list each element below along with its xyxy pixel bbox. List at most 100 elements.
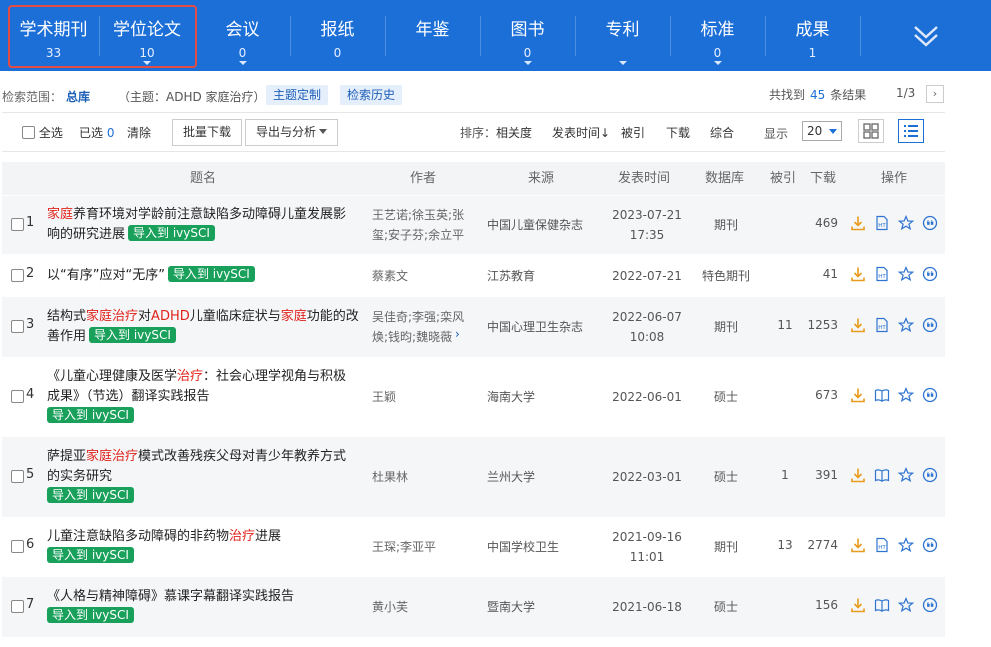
result-title-link[interactable]: 《人格与精神障碍》慕课字幕翻译实践报告 导入到 ivySCI xyxy=(47,587,359,627)
result-title-link[interactable]: 家庭养育环境对学龄前注意缺陷多动障碍儿童发展影响的研究进展 导入到 ivySCI xyxy=(47,205,359,245)
row-checkbox[interactable] xyxy=(11,390,24,403)
import-ivysci-button[interactable]: 导入到 ivySCI xyxy=(128,225,215,241)
result-title-link[interactable]: 萨提亚家庭治疗模式改善残疾父母对青少年教养方式的实务研究 导入到 ivySCI xyxy=(47,447,359,507)
selected-label: 已选 xyxy=(79,126,104,140)
source-link[interactable]: 海南大学 xyxy=(487,388,535,405)
result-title-link[interactable]: 以“有序”应对“无序” 导入到 ivySCI xyxy=(47,265,359,286)
html-read-icon[interactable]: HT xyxy=(874,537,890,553)
row-checkbox[interactable] xyxy=(11,268,24,282)
search-history-button[interactable]: 检索历史 xyxy=(340,85,403,105)
batch-download-button[interactable]: 批量下载 xyxy=(172,119,243,146)
tab-newspapers[interactable]: 报纸 0 xyxy=(290,0,385,71)
list-view-button[interactable] xyxy=(898,119,924,143)
download-icon[interactable] xyxy=(850,266,866,282)
favorite-star-icon[interactable] xyxy=(898,215,914,231)
more-authors-chevron-icon[interactable]: › xyxy=(455,327,460,341)
row-operations: HT xyxy=(850,537,940,555)
grid-view-button[interactable] xyxy=(858,119,884,143)
html-read-icon[interactable]: HT xyxy=(874,215,890,231)
tab-yearbooks[interactable]: 年鉴 xyxy=(385,0,480,71)
download-icon[interactable] xyxy=(850,317,866,333)
sort-publish-date[interactable]: 发表时间↓ xyxy=(552,125,610,141)
import-ivysci-button[interactable]: 导入到 ivySCI xyxy=(47,407,134,423)
next-page-button[interactable]: › xyxy=(926,85,944,103)
result-title-link[interactable]: 儿童注意缺陷多动障碍的非药物治疗进展 导入到 ivySCI xyxy=(47,527,359,567)
tab-dissertations[interactable]: 学位论文 10 xyxy=(99,0,195,71)
sort-downloads[interactable]: 下载 xyxy=(666,125,690,141)
row-operations xyxy=(850,597,940,615)
author-list[interactable]: 蔡素文 xyxy=(372,266,467,286)
sort-relevance[interactable]: 相关度 xyxy=(496,125,532,141)
html-read-icon[interactable]: HT xyxy=(874,317,890,333)
export-analysis-button[interactable]: 导出与分析 xyxy=(245,119,339,146)
double-chevron-down-icon[interactable] xyxy=(908,18,944,54)
citation-count[interactable]: 13 xyxy=(770,538,800,552)
tab-patents[interactable]: 专利 xyxy=(575,0,670,71)
sort-citations[interactable]: 被引 xyxy=(621,125,645,141)
cite-quote-icon[interactable] xyxy=(922,387,938,403)
source-link[interactable]: 兰州大学 xyxy=(487,468,535,485)
favorite-star-icon[interactable] xyxy=(898,317,914,333)
download-icon[interactable] xyxy=(850,215,866,231)
result-title-link[interactable]: 《儿童心理健康及医学治疗：社会心理学视角与积极成果》（节选）翻译实践报告 导入到 … xyxy=(47,367,359,427)
tab-standards[interactable]: 标准 0 xyxy=(670,0,765,71)
favorite-star-icon[interactable] xyxy=(898,537,914,553)
author-list[interactable]: 黄小芙 xyxy=(372,597,467,617)
citation-count[interactable]: 11 xyxy=(770,318,800,332)
cite-quote-icon[interactable] xyxy=(922,317,938,333)
cite-quote-icon[interactable] xyxy=(922,266,938,282)
author-list[interactable]: 吴佳奇;李强;栾风焕;钱昀;魏晓薇 xyxy=(372,307,467,347)
cite-quote-icon[interactable] xyxy=(922,467,938,483)
row-checkbox[interactable] xyxy=(11,600,24,613)
download-icon[interactable] xyxy=(850,597,866,613)
import-ivysci-button[interactable]: 导入到 ivySCI xyxy=(47,607,134,623)
cite-quote-icon[interactable] xyxy=(922,537,938,553)
favorite-star-icon[interactable] xyxy=(898,387,914,403)
read-online-icon[interactable] xyxy=(874,387,890,403)
import-ivysci-button[interactable]: 导入到 ivySCI xyxy=(167,265,255,282)
checkbox[interactable] xyxy=(22,126,35,139)
topic-custom-button[interactable]: 主题定制 xyxy=(266,85,329,105)
result-title-link[interactable]: 结构式家庭治疗对ADHD儿童临床症状与家庭功能的改善作用 导入到 ivySCI xyxy=(47,307,359,347)
import-ivysci-button[interactable]: 导入到 ivySCI xyxy=(47,487,134,503)
favorite-star-icon[interactable] xyxy=(898,467,914,483)
read-online-icon[interactable] xyxy=(874,467,890,483)
row-number: 2 xyxy=(26,265,35,281)
row-checkbox[interactable] xyxy=(11,470,24,483)
source-link[interactable]: 江苏教育 xyxy=(487,267,535,284)
html-read-icon[interactable]: HT xyxy=(874,266,890,282)
author-list[interactable]: 杜果林 xyxy=(372,467,467,487)
row-checkbox[interactable] xyxy=(11,218,24,231)
tab-journals[interactable]: 学术期刊 33 xyxy=(8,0,99,71)
citation-count[interactable]: 1 xyxy=(770,468,800,482)
download-count: 156 xyxy=(815,598,838,612)
tab-books[interactable]: 图书 0 xyxy=(480,0,575,71)
read-online-icon[interactable] xyxy=(874,597,890,613)
source-link[interactable]: 中国心理卫生杂志 xyxy=(487,318,583,335)
author-list[interactable]: 王琛;李亚平 xyxy=(372,537,467,557)
sort-composite[interactable]: 综合 xyxy=(710,125,734,141)
download-icon[interactable] xyxy=(850,467,866,483)
tab-achievements[interactable]: 成果 1 xyxy=(765,0,860,71)
row-checkbox[interactable] xyxy=(11,320,24,333)
publish-date-time: 11:01 xyxy=(629,550,665,564)
favorite-star-icon[interactable] xyxy=(898,597,914,613)
author-list[interactable]: 王颖 xyxy=(372,387,467,407)
source-link[interactable]: 中国学校卫生 xyxy=(487,538,559,555)
cite-quote-icon[interactable] xyxy=(922,215,938,231)
clear-button[interactable]: 清除 xyxy=(127,125,151,141)
import-ivysci-button[interactable]: 导入到 ivySCI xyxy=(89,327,176,343)
source-link[interactable]: 中国儿童保健杂志 xyxy=(487,216,583,233)
cite-quote-icon[interactable] xyxy=(922,597,938,613)
table-row: 5 萨提亚家庭治疗模式改善残疾父母对青少年教养方式的实务研究 导入到 ivySCI 杜… xyxy=(2,437,945,517)
author-list[interactable]: 王艺诺;徐玉英;张玺;安子芬;余立平 xyxy=(372,205,467,245)
row-checkbox[interactable] xyxy=(11,540,24,553)
import-ivysci-button[interactable]: 导入到 ivySCI xyxy=(47,547,134,563)
download-icon[interactable] xyxy=(850,387,866,403)
page-size-select[interactable]: 20 xyxy=(802,121,842,141)
tab-conferences[interactable]: 会议 0 xyxy=(195,0,290,71)
select-all-checkbox[interactable]: 全选 xyxy=(22,125,63,141)
download-icon[interactable] xyxy=(850,537,866,553)
favorite-star-icon[interactable] xyxy=(898,265,914,282)
source-link[interactable]: 暨南大学 xyxy=(487,598,535,615)
